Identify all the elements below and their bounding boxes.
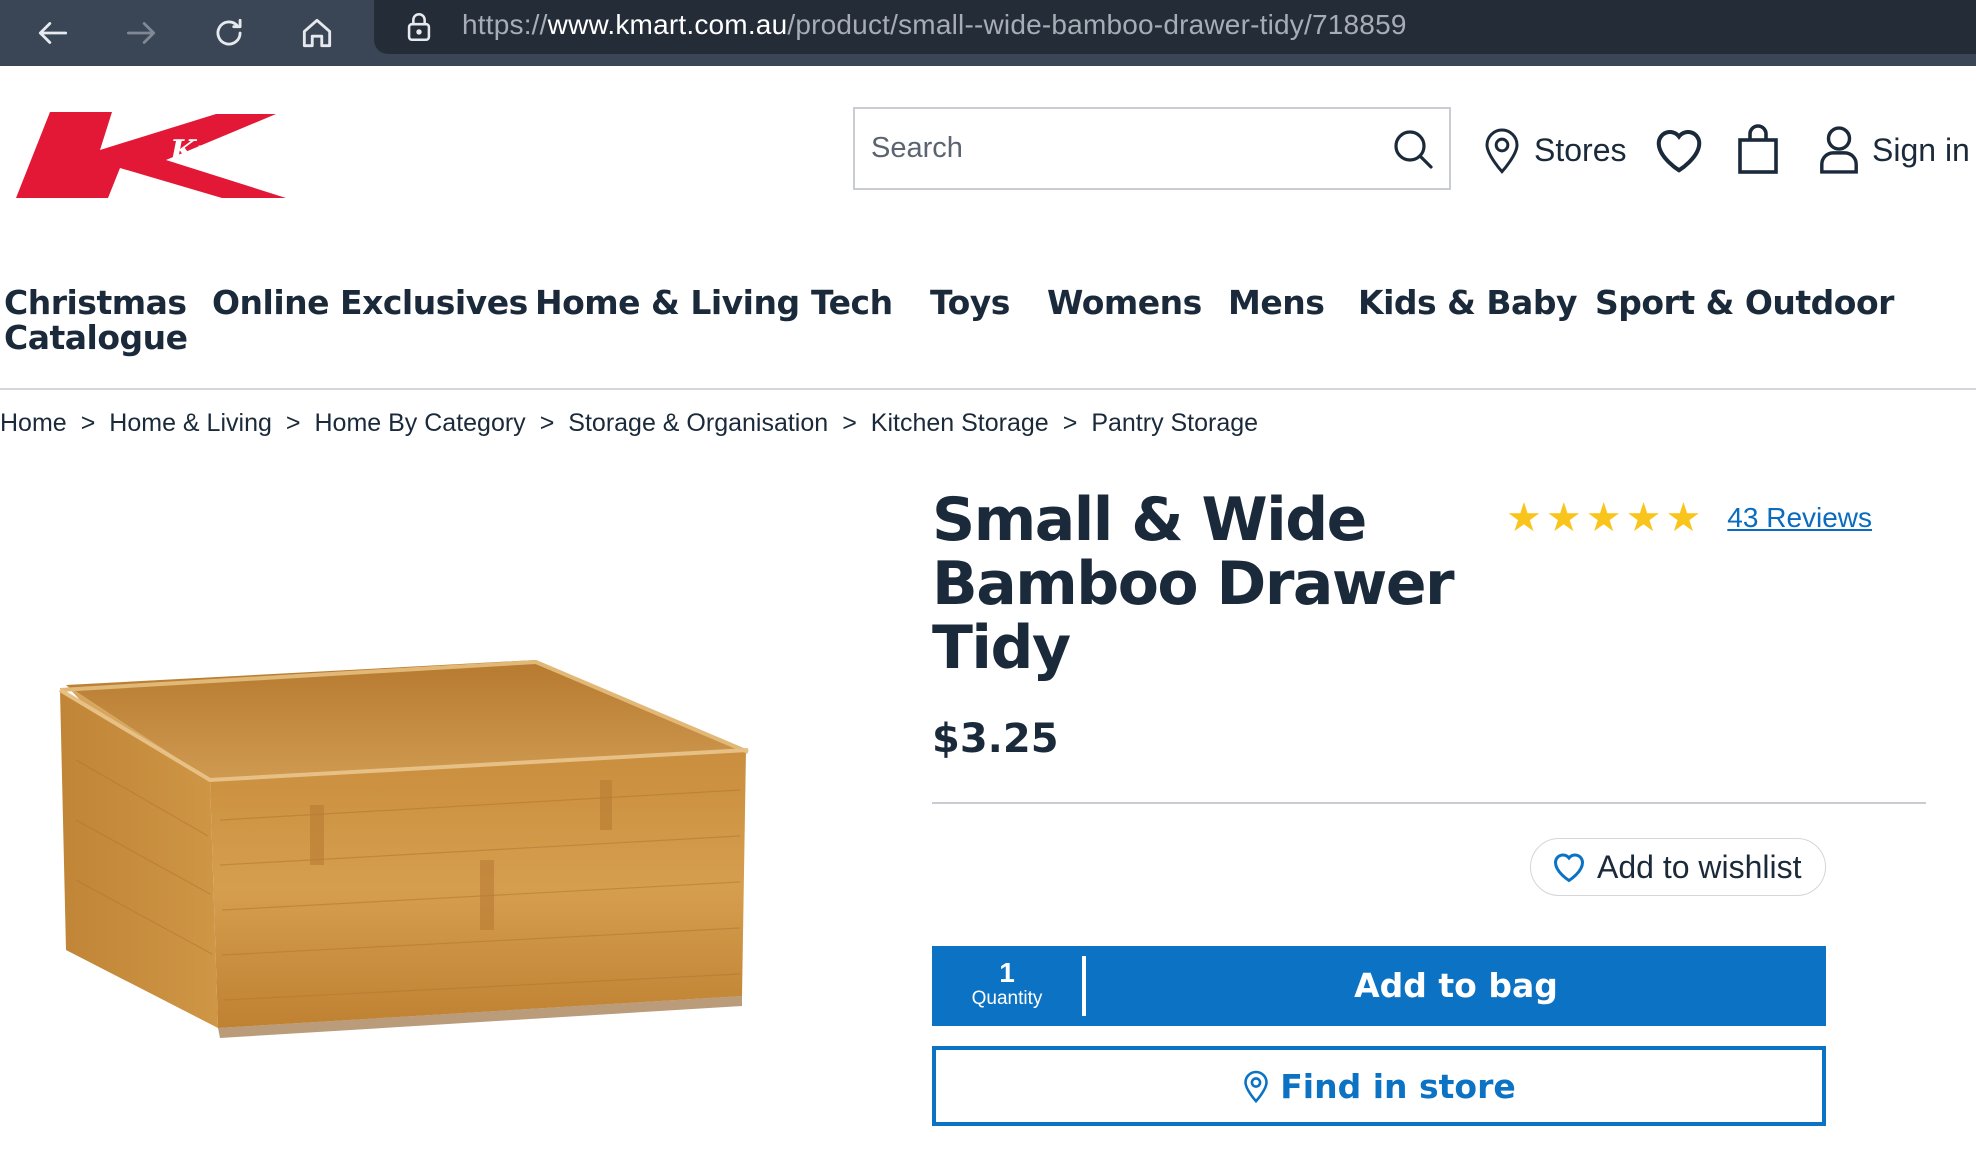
add-to-bag-bar: 1 Quantity Add to bag [932,946,1826,1026]
user-icon [1820,126,1858,174]
product-rating: ★ ★ ★ ★ ★ 43 Reviews [1506,498,1872,538]
breadcrumb-item[interactable]: Home & Living [109,409,272,438]
nav-divider [0,388,1976,390]
star-icon: ★ [1506,496,1542,540]
nav-item-sport-outdoor[interactable]: Sport & Outdoor [1595,285,1894,320]
star-icon: ★ [1625,496,1662,540]
quantity-value: 1 [999,957,1015,988]
lock-icon [407,13,431,42]
forward-arrow-icon[interactable] [116,8,166,58]
wishlist-label: Add to wishlist [1597,848,1802,885]
product-price: $3.25 [932,716,1059,762]
location-pin-icon [1485,128,1519,174]
quantity-selector[interactable]: 1 Quantity [932,946,1082,1026]
reviews-link[interactable]: 43 Reviews [1727,502,1872,534]
nav-item-mens[interactable]: Mens [1228,285,1325,320]
breadcrumb-separator: > [1062,408,1078,437]
kmart-logo[interactable]: Kmart [16,108,302,200]
search-icon[interactable] [1389,125,1437,173]
heart-icon [1656,129,1702,173]
breadcrumb-separator: > [80,408,96,437]
breadcrumb-item[interactable]: Kitchen Storage [871,409,1049,438]
stores-link[interactable]: Stores [1482,122,1626,178]
breadcrumb-item[interactable]: Home [0,409,67,438]
quantity-label: Quantity [971,988,1043,1009]
nav-item-online-exclusives[interactable]: Online Exclusives [212,285,528,320]
home-icon[interactable] [292,8,342,58]
search-input[interactable] [855,109,1375,188]
shopping-bag-icon [1738,124,1778,174]
star-icon: ★ [1585,496,1622,540]
breadcrumb-item[interactable]: Storage & Organisation [568,409,828,438]
nav-item-home-living[interactable]: Home & Living [535,285,800,320]
sign-in-link[interactable]: Sign in [1818,122,1970,178]
search-box[interactable] [853,107,1451,190]
url-path: /product/small--wide-bamboo-drawer-tidy/… [787,9,1407,40]
add-to-bag-button[interactable]: Add to bag [1086,946,1826,1026]
star-rating: ★ ★ ★ ★ ★ [1506,498,1701,538]
nav-item-womens[interactable]: Womens [1047,285,1202,320]
breadcrumb-item[interactable]: Home By Category [314,409,525,438]
nav-item-christmas-catalogue[interactable]: Christmas Catalogue [4,285,188,355]
location-pin-icon [1244,1070,1269,1104]
breadcrumb-item[interactable]: Pantry Storage [1091,409,1258,438]
price-divider [932,802,1926,804]
url-host: www.kmart.com.au [547,9,788,40]
product-image [58,659,749,1038]
breadcrumb-separator: > [842,408,857,437]
back-arrow-icon[interactable] [28,8,78,58]
star-icon: ★ [1665,496,1702,540]
address-bar[interactable]: https://www.kmart.com.au/product/small--… [374,0,1976,54]
stores-label: Stores [1534,131,1627,168]
browser-toolbar: https://www.kmart.com.au/product/small--… [0,0,1976,66]
breadcrumb: Home > Home & Living > Home By Category … [0,406,1258,440]
nav-item-kids-baby[interactable]: Kids & Baby [1358,285,1577,320]
star-icon: ★ [1545,496,1582,540]
url-scheme: https:// [462,9,548,40]
bag-button[interactable] [1736,122,1780,178]
heart-icon [1553,853,1585,883]
url-text: https://www.kmart.com.au/product/small--… [462,9,1407,41]
product-title: Small & Wide Bamboo Drawer Tidy [932,485,1455,683]
reload-icon[interactable] [204,8,254,58]
nav-item-toys[interactable]: Toys [930,285,1010,320]
nav-item-tech[interactable]: Tech [811,285,893,320]
wishlist-header-button[interactable] [1652,122,1706,178]
find-in-store-label: Find in store [1280,1066,1516,1106]
add-to-wishlist-button[interactable]: Add to wishlist [1530,838,1826,896]
find-in-store-button[interactable]: Find in store [932,1046,1826,1126]
logo-text: Kmart [169,134,277,169]
breadcrumb-separator: > [539,408,555,437]
breadcrumb-separator: > [285,408,301,437]
sign-in-label: Sign in [1872,131,1970,168]
